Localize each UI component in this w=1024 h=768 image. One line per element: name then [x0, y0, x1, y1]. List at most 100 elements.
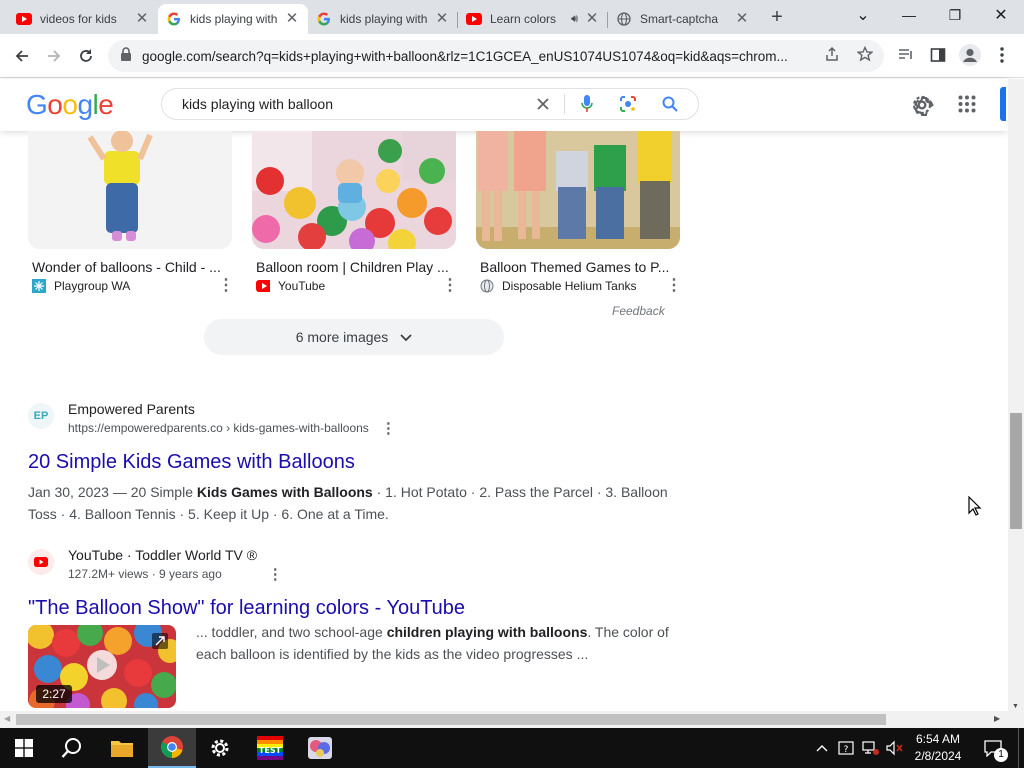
site-name: YouTube · Toddler World TV ® — [68, 547, 258, 563]
google-logo[interactable]: Google — [26, 89, 114, 121]
more-images-label: 6 more images — [295, 329, 389, 345]
image-source[interactable]: Disposable Helium Tanks — [480, 279, 637, 293]
chrome-menu-icon[interactable] — [990, 43, 1014, 67]
tab-kids-playing-active[interactable]: kids playing with ✕ — [158, 4, 308, 34]
tab-smart-captcha[interactable]: Smart-captcha ✕ — [608, 4, 758, 34]
system-clock[interactable]: 6:54 AM 2/8/2024 — [904, 731, 972, 765]
more-options-icon[interactable]: ⋮ — [666, 278, 682, 294]
vertical-scrollbar[interactable]: ▼ — [1008, 79, 1024, 711]
address-bar[interactable]: google.com/search?q=kids+playing+with+ba… — [108, 40, 884, 72]
more-options-icon[interactable]: ⋮ — [218, 278, 234, 294]
site-name: Empowered Parents — [68, 401, 195, 417]
close-window-button[interactable]: ✕ — [978, 0, 1024, 30]
site-url: https://empoweredparents.co › kids-games… — [68, 421, 369, 435]
more-options-icon[interactable]: ⋮ — [442, 278, 458, 294]
close-tab-icon[interactable]: ✕ — [134, 11, 150, 27]
close-tab-icon[interactable]: ✕ — [584, 11, 600, 27]
search-taskbar-icon[interactable] — [48, 728, 96, 768]
chrome-taskbar-icon[interactable] — [148, 728, 196, 768]
scrollbar-thumb[interactable] — [16, 714, 886, 725]
close-tab-icon[interactable]: ✕ — [284, 11, 300, 27]
scroll-down-arrow-icon[interactable]: ▼ — [1012, 703, 1019, 710]
tab-search-button[interactable]: ⌄ — [840, 0, 886, 30]
lens-icon[interactable] — [619, 95, 637, 116]
google-icon — [166, 11, 182, 27]
tab-title: Learn colors — [490, 12, 557, 26]
scroll-left-arrow-icon[interactable]: ◀ — [4, 714, 10, 723]
more-options-icon[interactable]: ⋮ — [381, 419, 396, 437]
image-source[interactable]: YouTube — [256, 279, 325, 293]
image-source-name: Disposable Helium Tanks — [502, 279, 637, 293]
sign-in-button-edge[interactable] — [1000, 87, 1006, 121]
snippet-highlight: Kids Games with Balloons — [196, 484, 373, 500]
back-button[interactable] — [8, 42, 36, 70]
voice-search-icon[interactable] — [580, 94, 594, 117]
image-title[interactable]: Wonder of balloons - Child - ... — [32, 259, 228, 275]
video-thumbnail[interactable]: 2:27 — [28, 625, 176, 708]
minimize-button[interactable]: — — [886, 0, 932, 30]
reload-button[interactable] — [72, 42, 100, 70]
game-app-icon[interactable] — [296, 728, 344, 768]
tab-videos-for-kids[interactable]: videos for kids ✕ — [8, 4, 158, 34]
close-tab-icon[interactable]: ✕ — [434, 11, 450, 27]
gay-test-app-icon[interactable]: TEST — [246, 728, 294, 768]
volume-muted-icon[interactable] — [886, 740, 904, 759]
video-stats: 127.2M+ views · 9 years ago — [68, 567, 222, 581]
clear-icon[interactable] — [534, 95, 552, 116]
search-results: Wonder of balloons - Child - ... Balloon… — [0, 131, 1008, 711]
feedback-link[interactable]: Feedback — [612, 304, 665, 318]
lock-icon[interactable] — [120, 46, 132, 66]
image-title[interactable]: Balloon room | Children Play ... — [256, 259, 452, 275]
search-result: EP Empowered Parents https://empoweredpa… — [28, 401, 680, 525]
notification-center-button[interactable]: 1 — [976, 728, 1010, 768]
show-hidden-icons-icon[interactable] — [816, 740, 828, 755]
result-title-link[interactable]: "The Balloon Show" for learning colors -… — [28, 595, 680, 621]
new-tab-button[interactable]: + — [766, 7, 788, 29]
result-snippet: Jan 30, 2023 — 20 Simple Kids Games with… — [28, 481, 680, 525]
start-button[interactable] — [0, 728, 48, 768]
tab-title: kids playing with — [190, 12, 278, 26]
maximize-button[interactable]: ❐ — [932, 0, 978, 30]
playgroup-favicon-icon — [32, 279, 46, 293]
settings-gear-icon[interactable] — [910, 93, 934, 122]
more-images-button[interactable]: 6 more images — [204, 319, 504, 355]
settings-taskbar-icon[interactable] — [196, 728, 244, 768]
image-result-1[interactable] — [28, 131, 232, 249]
forward-button[interactable] — [40, 42, 68, 70]
share-icon[interactable] — [824, 46, 840, 67]
chevron-down-icon — [400, 329, 412, 345]
result-snippet: ... toddler, and two school-age children… — [196, 621, 680, 665]
search-input[interactable]: kids playing with balloon — [182, 96, 333, 112]
svg-text:TEST: TEST — [259, 746, 282, 755]
show-desktop-button[interactable] — [1018, 728, 1024, 768]
image-result-3[interactable] — [476, 131, 680, 249]
image-source[interactable]: Playgroup WA — [32, 279, 130, 293]
result-site[interactable]: EP Empowered Parents https://empoweredpa… — [28, 401, 680, 437]
reading-list-icon[interactable] — [894, 43, 918, 67]
security-tray-icon[interactable]: ? — [838, 740, 854, 759]
youtube-icon — [28, 549, 54, 575]
search-icon[interactable] — [661, 95, 679, 116]
tab-title: kids playing with — [340, 12, 428, 26]
close-tab-icon[interactable]: ✕ — [734, 11, 750, 27]
profile-avatar[interactable] — [958, 43, 982, 67]
image-result-2[interactable] — [252, 131, 456, 249]
network-icon[interactable] — [862, 740, 880, 759]
clock-date: 2/8/2024 — [914, 749, 962, 763]
more-options-icon[interactable]: ⋮ — [268, 565, 283, 583]
horizontal-scrollbar[interactable]: ◀ ▶ — [0, 711, 1024, 728]
result-title-link[interactable]: 20 Simple Kids Games with Balloons — [28, 449, 680, 475]
search-box[interactable]: kids playing with balloon — [161, 88, 699, 120]
result-site[interactable]: YouTube · Toddler World TV ® 127.2M+ vie… — [28, 547, 680, 583]
file-explorer-icon[interactable] — [98, 728, 146, 768]
image-title[interactable]: Balloon Themed Games to P... — [480, 259, 676, 275]
tab-learn-colors[interactable]: Learn colors 🔊︎ ✕ — [458, 4, 608, 34]
scrollbar-thumb[interactable] — [1010, 413, 1022, 529]
tab-kids-playing-2[interactable]: kids playing with ✕ — [308, 4, 458, 34]
globe-icon — [480, 279, 494, 293]
bookmark-star-icon[interactable] — [856, 45, 874, 67]
scroll-right-arrow-icon[interactable]: ▶ — [994, 714, 1000, 723]
speaker-icon[interactable]: 🔊︎ — [571, 13, 578, 26]
side-panel-icon[interactable] — [926, 43, 950, 67]
google-apps-icon[interactable] — [958, 95, 976, 118]
